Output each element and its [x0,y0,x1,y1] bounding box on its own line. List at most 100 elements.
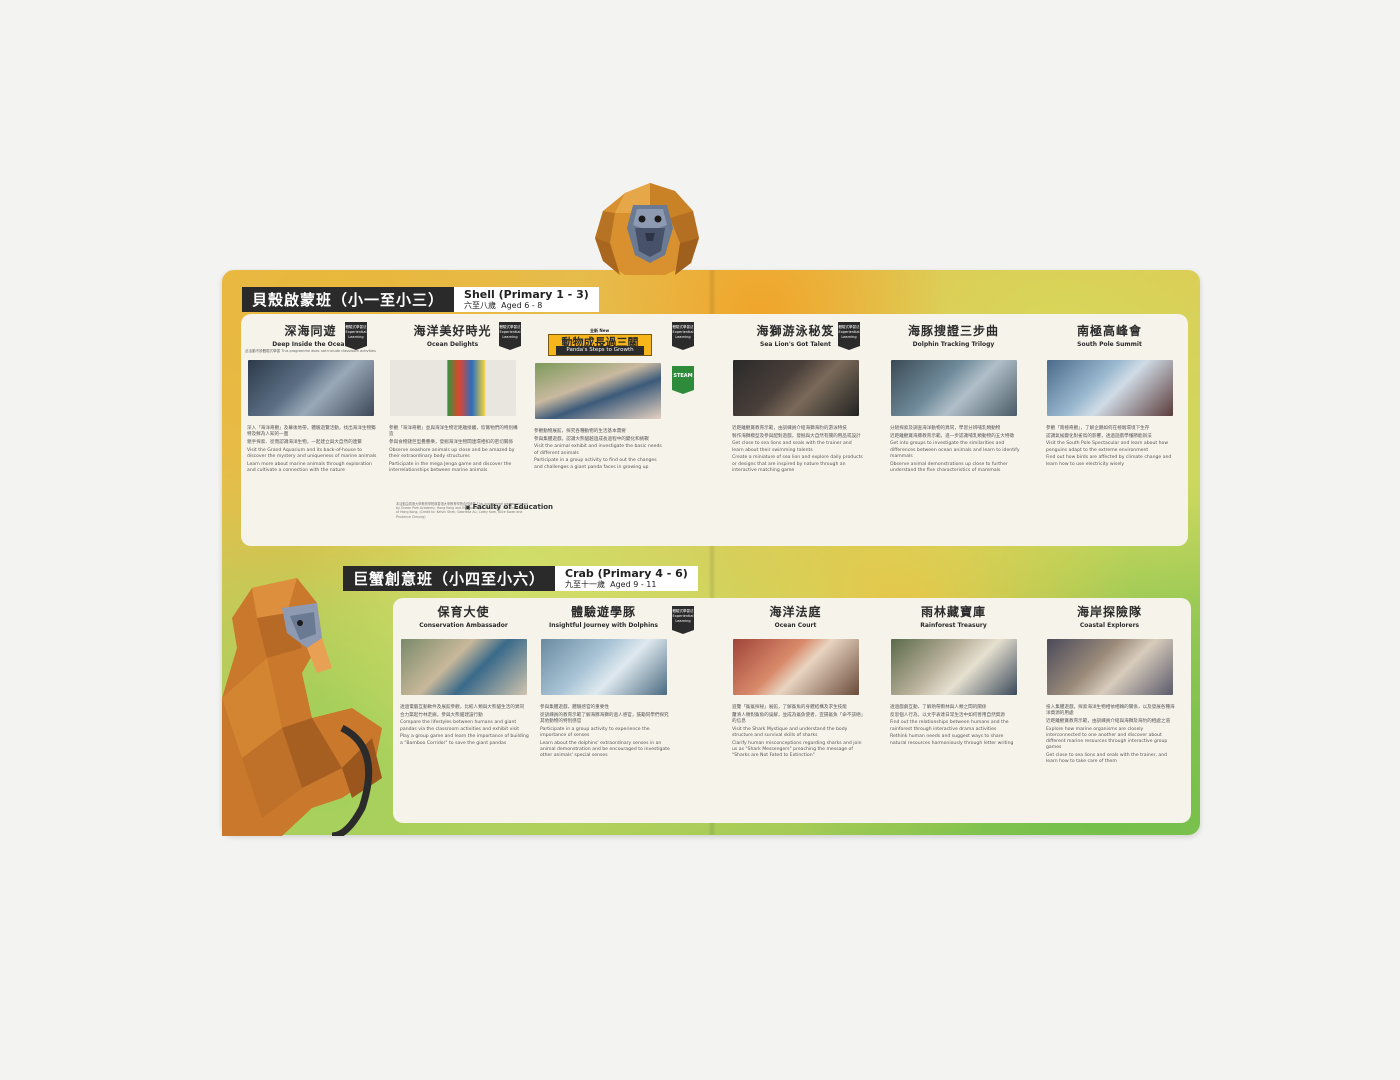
course-title-cn: 雨林藏寶庫 [920,605,986,619]
experiential-learning-badge: 體驗式學習法 Experiential Learning [838,322,860,350]
course-title-cn: 保育大使 [437,605,490,619]
course-title-en: Dolphin Tracking Trilogy [912,341,995,348]
course-card: 南極高峰會 South Pole Summit 參觀「南極奇觀」，了解企鵝如何在… [1042,322,1177,469]
course-title-en: Insightful Journey with Dolphins [549,622,658,629]
bullet: 深入「海洋奇觀」及幕後地帶，體驗遊覽活動，找出海洋生物獨特及鮮為人知的一面 [247,426,376,438]
bullet: 參與集體遊戲，認識大熊貓越過成長過程中的變化和挑戰 [534,436,649,442]
bullet: Visit the animal exhibit and investigate… [534,444,662,456]
experiential-learning-badge: 體驗式學習法 Experiential Learning [345,322,367,350]
bullet: Create a miniature of sea lion and explo… [732,455,863,473]
bullet: Learn about the dolphins' extraordinary … [540,740,670,758]
course-title-cn: 海洋法庭 [769,605,822,619]
course-title-en: Conservation Ambassador [419,622,508,629]
bullet: 製作海獅模型及參與配對遊戲，發掘與大自然有關的用品或設計 [732,433,861,439]
course-title-en: Rainforest Treasury [920,622,987,629]
course-bullets: 參觀「海洋奇觀」並與海洋生物近距離接觸，欣賞牠們的特別構造 參與食物鏈巨型疊疊樂… [385,426,520,474]
logo-text: Faculty of Education [472,503,554,511]
bullet: Get close to sea lions and seals with th… [732,441,852,453]
course-bullets: 投入集體遊戲，探索海洋生物相依相賴的關係，以及發展各種海洋資源的用處 近距離觀賞… [1042,705,1177,765]
bullet: Visit the Shark Mystique and understand … [732,726,848,738]
hku-education-logo: ▣ Faculty of Education [465,503,554,511]
course-photo [247,360,374,416]
bullet: 透過電腦互動軟件及展館參觀，比較人類與大熊貓生活的異同 [400,705,525,710]
bullet: 參與集體遊戲，體驗感官的重要性 [540,705,609,710]
bullet: Visit the Grand Aquarium and its back-of… [247,447,377,459]
course-card: 參觀動物展館，探究各種動物的生活基本需要 參與集體遊戲，認識大熊貓越過成長過程中… [530,357,665,472]
bullet: Clarify human misconceptions regarding s… [732,740,862,758]
course-title-cn: 海豚搜證三步曲 [907,324,999,338]
experiential-learning-badge: 體驗式學習法 Experiential Learning [499,322,521,350]
course-bullets: 參與集體遊戲，體驗感官的重要性 從訓練員的教育示範了解海豚海獅的過人感官，鼓勵同… [536,705,671,759]
bullet: 投入集體遊戲，探索海洋生物相依相賴的關係，以及發展各種海洋資源的用處 [1046,705,1175,717]
section-title-cn: 貝殼啟蒙班（小一至小三） [252,291,445,309]
course-title-cn: 體驗遊學豚 [570,605,636,619]
course-card: 海豚搜證三步曲 Dolphin Tracking Trilogy 分組探索及調查… [886,322,1021,475]
bullet: 親手探索、從而認識海洋生物，一起建立與大自然的連繫 [247,439,362,445]
new-course-banner: 全新 New 動物成長過三關 Panda's Steps to Growth [538,328,660,356]
age-en: Aged 9 - 11 [610,579,657,589]
course-title-en: Ocean Court [774,622,817,629]
bullet: 近距離觀賞海豚教育示範，進一步認識哺乳類動物的五大特徵 [890,433,1015,439]
course-title-en: South Pole Summit [1077,341,1142,348]
course-title-cn: 南極高峰會 [1076,324,1142,338]
course-bullets: 參觀動物展館，探究各種動物的生活基本需要 參與集體遊戲，認識大熊貓越過成長過程中… [530,429,665,471]
section-header-shell: 貝殼啟蒙班（小一至小三） Shell (Primary 1 - 3) 六至八歲 … [242,287,599,312]
bullet: 參與食物鏈巨型疊疊樂，發掘海洋生物間連環相扣的密切關係 [389,439,514,445]
bullet: Play a group game and learn the importan… [400,734,529,746]
course-photo [540,639,667,695]
course-bullets: 深入「海洋奇觀」及幕後地帶，體驗遊覽活動，找出海洋生物獨特及鮮為人知的一面 親手… [243,426,378,474]
course-photo [1046,360,1173,416]
bullet: Participate in the mega Jenga game and d… [389,461,512,473]
bullet: 從訓練員的教育示範了解海豚海獅的過人感官，鼓勵同學們探究其他動物的特別感官 [540,712,669,724]
bullet: Get close to sea lions and seals with th… [1046,752,1168,765]
bullet: Find out how birds are affected by clima… [1046,455,1172,467]
bullet: Participate in a group activity to find … [534,458,657,470]
section-title-en-box: Shell (Primary 1 - 3) 六至八歲 Aged 6 - 8 [454,287,599,312]
section-title-en: Shell (Primary 1 - 3) [464,287,589,301]
bullet: Visit the South Pole Spectacular and lea… [1046,441,1169,453]
bullet: 近距離觀賞教育示範，由訓練員介紹與海獅及海豹的相處之道 [1046,718,1171,724]
bullet: 參觀「海洋奇觀」並與海洋生物近距離接觸，欣賞牠們的特別構造 [389,426,518,438]
bullet: 反思個人行為，以文字表達日常生活中如何善用自然資源 [890,712,1005,718]
bullet: 透過戲劇互動，了解熱帶雨林與人類之間的關係 [890,705,987,710]
section-age: 九至十一歲 Aged 9 - 11 [565,580,688,590]
bullet: 合力築起竹林走廊，參與大熊貓建設行動 [400,712,483,718]
course-title-en: Panda's Steps to Growth [556,346,644,355]
course-title-cn: 海岸探險隊 [1076,605,1142,619]
section-title-cn: 巨蟹創意班（小四至小六） [353,570,546,588]
course-bullets: 分組探索及調查海洋動物的異同，學習分辨哺乳類動物 近距離觀賞海豚教育示範，進一步… [886,426,1021,474]
bullet: 參觀動物展館，探究各種動物的生活基本需要 [534,429,626,434]
course-photo [890,639,1017,695]
section-header-crab: 巨蟹創意班（小四至小六） Crab (Primary 4 - 6) 九至十一歲 … [343,566,698,591]
bullet: Learn more about marine animals through … [247,461,372,473]
bullet: Get into groups to investigate the simil… [890,441,1020,459]
course-photo [732,639,859,695]
course-photo [732,360,859,416]
course-photo [400,639,527,695]
course-title-en: Coastal Explorers [1079,622,1140,629]
course-bullets: 參觀「南極奇觀」，了解企鵝如何在極端環境下生存 認識氣候變化對雀鳥的影響，透過遊… [1042,426,1177,468]
course-card: 雨林藏寶庫 Rainforest Treasury 透過戲劇互動，了解熱帶雨林與… [886,603,1021,748]
bullet: Find out the relationships between human… [890,720,1009,732]
age-en: Aged 6 - 8 [501,300,543,310]
experiential-learning-badge: 體驗式學習法 Experiential Learning [672,606,694,634]
course-bullets: 遊覽「鯊鯊探秘」展館，了解鯊魚的身體結構及求生技能 釐清人類對鯊魚的誤解，並成為… [728,705,863,759]
course-bullets: 透過電腦互動軟件及展館參觀，比較人類與大熊貓生活的異同 合力築起竹林走廊，參與大… [396,705,531,747]
bullet: 釐清人類對鯊魚的誤解，並成為鯊魚使者，宣揚鯊魚「命不該絕」的信息 [732,712,863,724]
bullet: 遊覽「鯊鯊探秘」展館，了解鯊魚的身體結構及求生技能 [732,705,847,710]
monkey-head-illustration [595,183,699,275]
course-card: 體驗遊學豚 Insightful Journey with Dolphins 參… [536,603,671,761]
section-title-en-box: Crab (Primary 4 - 6) 九至十一歲 Aged 9 - 11 [555,566,698,591]
bullet: Observe seashore animals up close and be… [389,447,515,459]
course-card: 保育大使 Conservation Ambassador 透過電腦互動軟件及展館… [396,603,531,748]
bullet: 參觀「南極奇觀」，了解企鵝如何在極端環境下生存 [1046,426,1150,431]
course-photo [389,360,516,416]
course-bullets: 近距離觀賞教育示範，由訓練員介紹海獅海豹的游泳特技 製作海獅模型及參與配對遊戲，… [728,426,863,474]
bullet: Rethink human needs and suggest ways to … [890,734,1014,746]
bullet: 分組探索及調查海洋動物的異同，學習分辨哺乳類動物 [890,426,1001,431]
bullet: Explore how marine organisms are closely… [1046,726,1168,751]
age-cn: 九至十一歲 [565,579,606,589]
course-photo [1046,639,1173,695]
monkey-body-illustration [222,578,382,836]
course-photo [534,363,661,419]
